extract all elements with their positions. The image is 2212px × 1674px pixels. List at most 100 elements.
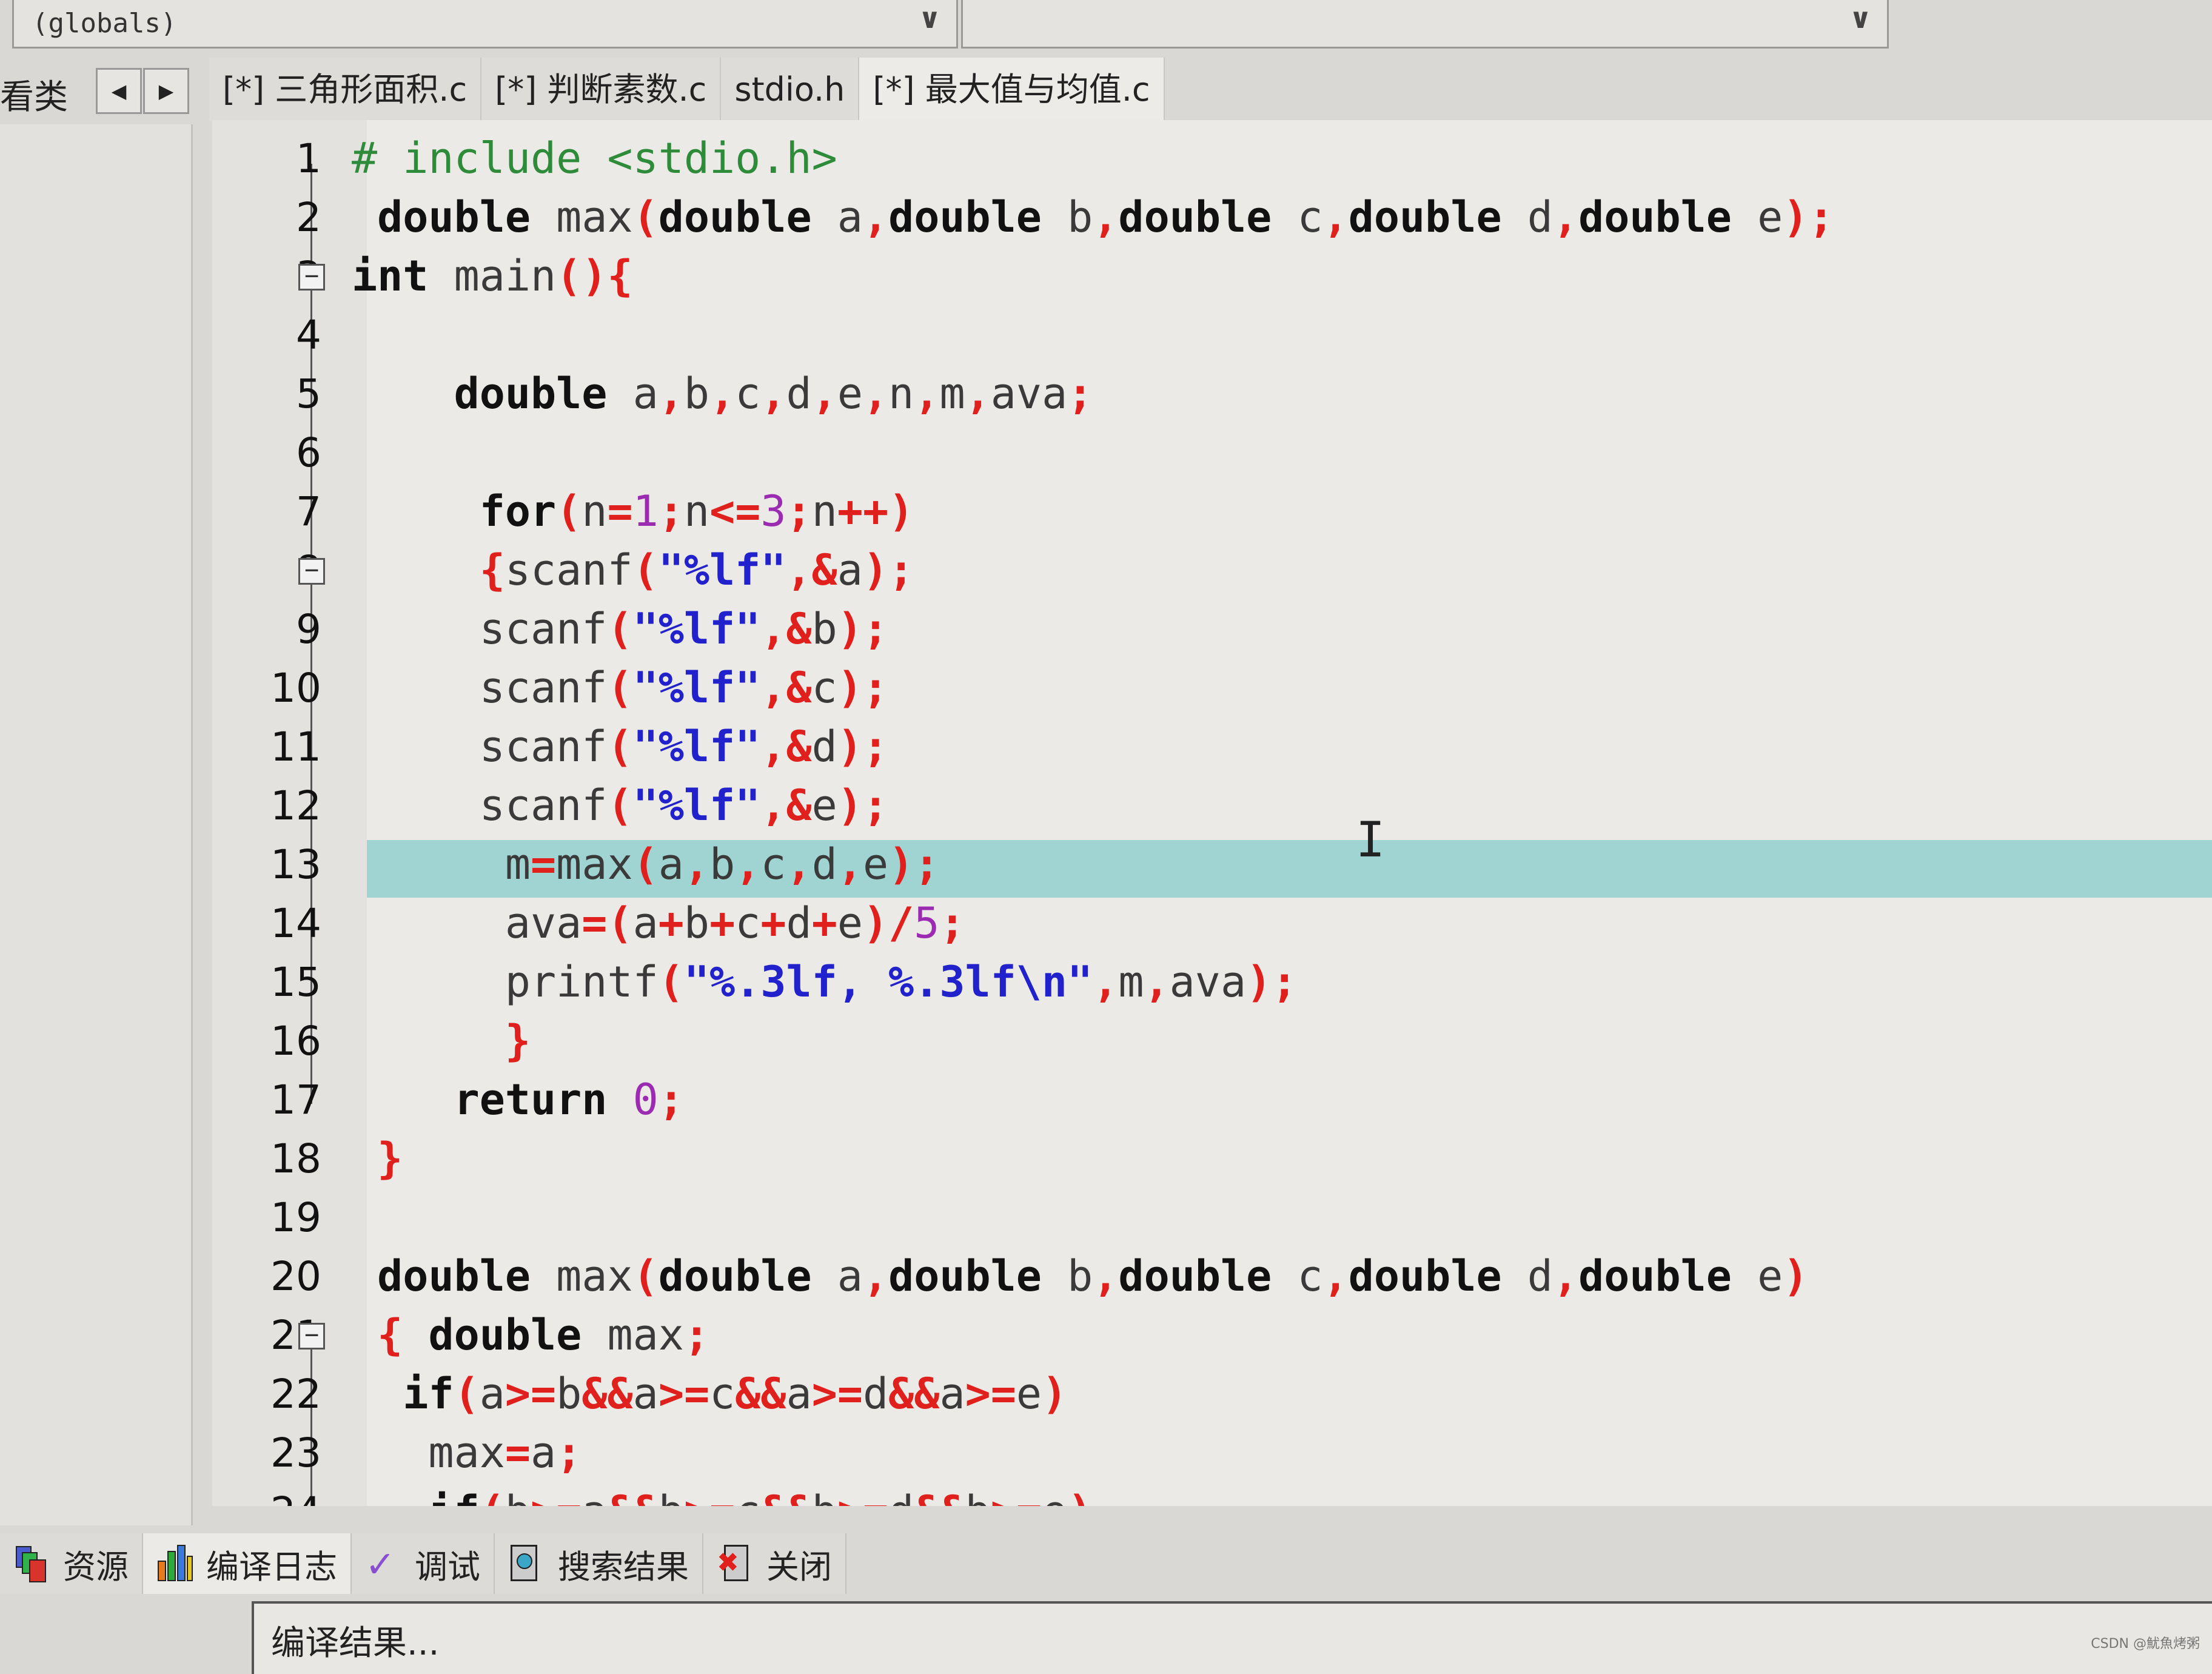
token-op: >= — [504, 1369, 557, 1419]
token-id: c — [709, 1369, 736, 1419]
line-number: 24 — [236, 1482, 321, 1506]
compile-output: 编译结果... — [252, 1601, 2212, 1674]
code-line: 6 — [212, 423, 2212, 482]
bottom-tab-label: 编译日志 — [206, 1547, 337, 1586]
token-str: "%lf" — [632, 604, 761, 654]
token-op: , — [709, 369, 736, 419]
token-id: scanf — [352, 663, 608, 713]
token-id: a — [632, 898, 659, 948]
line-number: 10 — [270, 665, 321, 711]
tab-file[interactable]: stdio.h — [721, 58, 860, 121]
fold-collapse-icon[interactable]: − — [298, 264, 325, 291]
line-number: 19 — [270, 1194, 321, 1241]
tab-file[interactable]: [*] 三角形面积.c — [209, 58, 482, 121]
scope-combobox[interactable]: (globals) ∨ — [12, 0, 958, 49]
token-op: , — [862, 192, 889, 242]
text-cursor-icon: I — [1356, 812, 1386, 868]
code-line: 15 printf("%.3lf, %.3lf\n",m,ava); — [212, 953, 2212, 1012]
token-id: b — [556, 1369, 582, 1419]
token-op: ); — [837, 663, 889, 713]
code-line: 10 scanf("%lf",&c); — [212, 659, 2212, 718]
line-number: 22 — [270, 1371, 321, 1417]
token-op: ) — [1042, 1369, 1068, 1419]
token-op: , — [1093, 1251, 1119, 1301]
code-text: double a,b,c,d,e,n,m,ava; — [352, 365, 1093, 423]
token-op: ( — [632, 839, 659, 889]
line-number: 20 — [270, 1253, 321, 1300]
token-num: 1 — [632, 486, 659, 536]
token-op: && — [608, 1487, 659, 1506]
token-op: ( — [632, 192, 659, 242]
token-id: max — [531, 192, 633, 242]
token-id: c — [1272, 1251, 1323, 1301]
token-id: e — [1042, 1487, 1067, 1506]
token-op: && — [735, 1369, 786, 1419]
tab-file[interactable]: [*] 判断素数.c — [481, 58, 722, 121]
token-op: , — [1552, 192, 1579, 242]
line-number: 9 — [296, 606, 321, 653]
fold-collapse-icon[interactable]: − — [298, 558, 325, 585]
token-id: e — [837, 898, 863, 948]
code-text: } — [352, 1129, 403, 1188]
token-kw: if — [428, 1487, 479, 1506]
code-line: 14 ava=(a+b+c+d+e)/5; — [212, 894, 2212, 953]
token-op: ); — [1783, 192, 1834, 242]
token-op: ++) — [837, 486, 914, 536]
token-op: + — [760, 898, 786, 948]
token-id: a — [837, 545, 863, 595]
token-kw: double — [454, 369, 608, 419]
bottom-tab[interactable]: ✖ 关闭 — [703, 1533, 846, 1594]
token-id — [352, 1251, 377, 1301]
bottom-tab[interactable]: 资源 — [0, 1533, 143, 1594]
token-op: >= — [531, 1487, 581, 1506]
code-editor[interactable]: 1 # include <stdio.h> 2 double max(double … — [212, 120, 2212, 1506]
code-text: { double max; — [352, 1306, 709, 1365]
class-combobox[interactable]: ∨ — [961, 0, 1889, 49]
token-kw: double — [888, 1251, 1042, 1301]
code-line: 21− { double max; — [212, 1306, 2212, 1365]
token-op: ,& — [760, 722, 812, 771]
token-id: e — [863, 839, 889, 889]
token-id: a — [811, 192, 863, 242]
token-op: , — [735, 839, 761, 889]
token-op: , — [1552, 1251, 1579, 1301]
chevron-down-icon: ∨ — [918, 2, 941, 35]
code-text: scanf("%lf",&d); — [352, 718, 888, 776]
tab-file[interactable]: [*] 最大值与均值.c — [859, 58, 1165, 121]
token-op: ); — [837, 604, 889, 654]
line-number: 17 — [270, 1077, 321, 1123]
bottom-tab[interactable]: ✓ 调试 — [352, 1533, 495, 1594]
token-kw: return — [454, 1075, 608, 1124]
fold-collapse-icon[interactable]: − — [298, 1323, 325, 1350]
token-str: "%lf" — [658, 545, 786, 595]
bottom-tab[interactable]: 编译日志 — [143, 1533, 352, 1594]
token-op: ,& — [760, 781, 812, 830]
token-op: = — [531, 839, 557, 889]
token-op: ( — [632, 545, 659, 595]
token-id: c — [735, 369, 761, 419]
token-id — [403, 1310, 428, 1360]
token-id: b — [709, 839, 736, 889]
token-op: , — [837, 839, 863, 889]
class-browser-tab[interactable]: 看类 — [0, 70, 68, 119]
token-op: >= — [965, 1369, 1016, 1419]
tab-prev-button[interactable]: ◀ — [96, 68, 142, 114]
code-text: scanf("%lf",&e); — [352, 776, 888, 835]
output-text: 编译结果... — [271, 1624, 440, 1663]
bottom-tab[interactable]: 搜索结果 — [495, 1533, 703, 1594]
token-op: , — [658, 369, 684, 419]
debug-check-icon: ✓ — [365, 1544, 396, 1586]
tab-next-button[interactable]: ▶ — [143, 68, 189, 114]
chevron-down-icon: ∨ — [1849, 2, 1872, 35]
token-op: , — [1322, 1251, 1349, 1301]
code-text: m=max(a,b,c,d,e); — [352, 835, 940, 894]
token-op: ; — [939, 898, 965, 948]
token-op: , — [683, 839, 710, 889]
token-id: max — [352, 1428, 505, 1477]
code-text: for(n=1;n<=3;n++) — [352, 482, 914, 541]
token-id: ava — [1169, 957, 1247, 1007]
line-number: 7 — [296, 488, 321, 535]
token-id — [352, 1075, 454, 1124]
code-text: scanf("%lf",&b); — [352, 600, 888, 659]
token-id: c — [811, 663, 837, 713]
